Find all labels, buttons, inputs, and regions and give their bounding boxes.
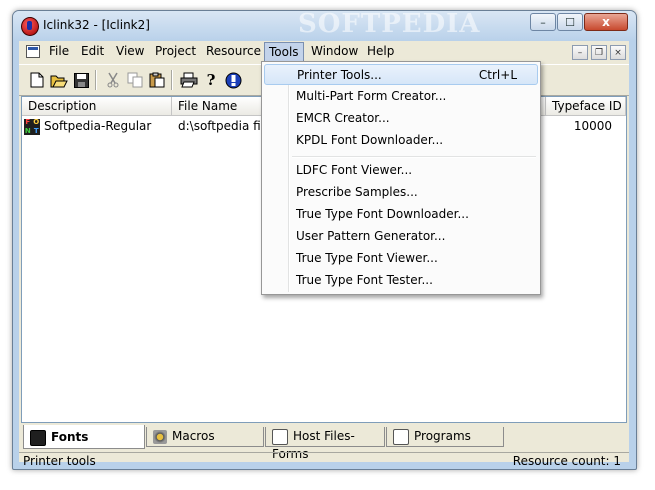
filename-cell: d:\softpedia file <box>178 119 272 133</box>
open-icon[interactable] <box>49 70 69 90</box>
status-bar: Printer tools Resource count: 1 <box>19 452 629 469</box>
programs-icon <box>393 428 409 445</box>
menu-project[interactable]: Project <box>151 41 200 62</box>
watermark: SOFTPEDIA <box>298 10 481 39</box>
menu-help[interactable]: Help <box>363 41 398 62</box>
status-text: Printer tools <box>23 454 96 468</box>
menu-item-true-type-font-downloader[interactable]: True Type Font Downloader... <box>264 204 538 225</box>
menu-item-shortcut: Ctrl+L <box>478 68 517 82</box>
menu-item-label: KPDL Font Downloader... <box>296 133 444 147</box>
tab-label: Macros <box>172 429 215 443</box>
host-files-icon <box>272 428 288 445</box>
macros-icon <box>153 429 167 444</box>
info-icon[interactable] <box>223 70 243 90</box>
menu-window[interactable]: Window <box>307 41 362 62</box>
mdi-close-button[interactable]: × <box>610 45 626 60</box>
mdi-minimize-button[interactable]: – <box>572 45 588 60</box>
menu-item-label: LDFC Font Viewer... <box>296 163 413 177</box>
menu-item-label: True Type Font Downloader... <box>296 207 469 221</box>
save-icon[interactable] <box>71 70 91 90</box>
app-icon[interactable] <box>21 17 39 36</box>
tab-macros[interactable]: Macros <box>146 427 264 447</box>
menu-item-true-type-font-viewer[interactable]: True Type Font Viewer... <box>264 248 538 269</box>
copy-icon[interactable] <box>125 70 145 90</box>
menu-item-label: True Type Font Viewer... <box>296 251 438 265</box>
fonts-icon <box>30 429 46 446</box>
menu-item-label: Multi-Part Form Creator... <box>296 89 447 103</box>
menu-separator <box>292 156 536 158</box>
tab-label: Programs <box>414 429 471 443</box>
menu-item-label: Printer Tools... <box>297 68 382 82</box>
font-icon-letter: T <box>33 126 39 135</box>
print-icon[interactable] <box>179 70 199 90</box>
font-icon-letter: N <box>24 126 31 135</box>
description-cell: Softpedia-Regular <box>44 119 152 133</box>
menu-file[interactable]: File <box>45 41 73 62</box>
cut-icon[interactable] <box>103 70 123 90</box>
menu-item-kpdl-font-downloader[interactable]: KPDL Font Downloader... <box>264 130 538 151</box>
toolbar-separator <box>171 70 173 90</box>
font-file-icon: F O N T <box>24 119 40 135</box>
typeface-id-cell: 10000 <box>573 119 612 133</box>
menu-item-label: True Type Font Tester... <box>296 273 433 287</box>
font-icon-letter: F <box>25 118 31 126</box>
menu-item-multi-part-form-creator[interactable]: Multi-Part Form Creator... <box>264 86 538 107</box>
menu-item-emcr-creator[interactable]: EMCR Creator... <box>264 108 538 129</box>
menu-item-label: User Pattern Generator... <box>296 229 446 243</box>
menu-view[interactable]: View <box>112 41 148 62</box>
resource-count: Resource count: 1 <box>512 454 621 468</box>
document-icon[interactable] <box>26 45 40 58</box>
tab-fonts[interactable]: Fonts <box>23 425 145 449</box>
tab-programs[interactable]: Programs <box>386 427 504 447</box>
column-description[interactable]: Description <box>22 97 172 116</box>
title-bar[interactable]: Iclink32 - [Iclink2] SOFTPEDIA – ☐ x <box>13 11 636 41</box>
maximize-button[interactable]: ☐ <box>557 13 583 31</box>
tab-label: Fonts <box>51 430 89 444</box>
menu-item-label: Prescribe Samples... <box>296 185 418 199</box>
tab-strip: Fonts Macros Host Files-Forms Programs <box>23 425 625 461</box>
window-title: Iclink32 - [Iclink2] <box>43 18 150 32</box>
mdi-restore-button[interactable]: ❐ <box>591 45 607 60</box>
menu-item-ldfc-font-viewer[interactable]: LDFC Font Viewer... <box>264 160 538 181</box>
column-typeface-id[interactable]: Typeface ID <box>546 97 626 116</box>
close-button[interactable]: x <box>584 13 628 31</box>
menu-tools[interactable]: Tools <box>264 42 304 62</box>
menu-item-user-pattern-generator[interactable]: User Pattern Generator... <box>264 226 538 247</box>
tools-menu-dropdown: Printer Tools... Ctrl+L Multi-Part Form … <box>261 61 541 295</box>
menu-edit[interactable]: Edit <box>77 41 108 62</box>
help-icon[interactable]: ? <box>201 70 221 90</box>
menu-item-label: EMCR Creator... <box>296 111 390 125</box>
minimize-button[interactable]: – <box>530 13 556 31</box>
menu-item-printer-tools[interactable]: Printer Tools... Ctrl+L <box>264 64 538 85</box>
menu-item-prescribe-samples[interactable]: Prescribe Samples... <box>264 182 538 203</box>
font-icon-letter: O <box>33 118 40 126</box>
toolbar-separator <box>95 70 97 90</box>
new-icon[interactable] <box>27 70 47 90</box>
paste-icon[interactable] <box>147 70 167 90</box>
menu-item-true-type-font-tester[interactable]: True Type Font Tester... <box>264 270 538 291</box>
tab-host-files-forms[interactable]: Host Files-Forms <box>265 427 385 461</box>
menu-resource[interactable]: Resource <box>202 41 265 62</box>
